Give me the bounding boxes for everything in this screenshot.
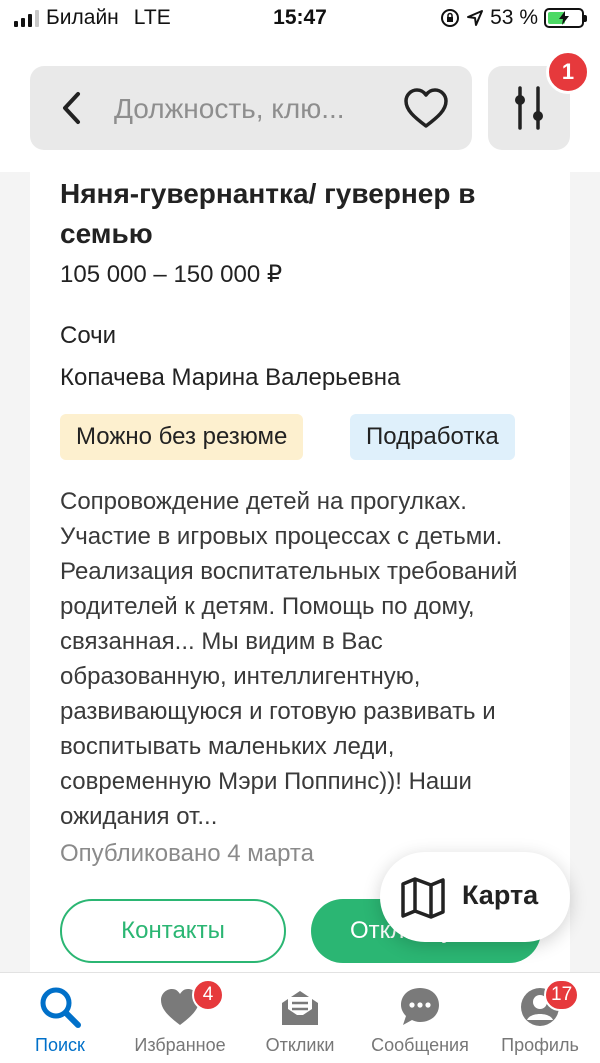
tab-label-profile: Профиль <box>501 1035 579 1055</box>
tag-part-time: Подработка <box>350 414 515 460</box>
battery-icon <box>544 8 587 28</box>
vacancy-salary: 105 000 – 150 000 ₽ <box>60 261 283 288</box>
favorites-badge: 4 <box>192 979 224 1011</box>
tab-search[interactable]: Поиск <box>0 973 120 1063</box>
back-arrow-icon[interactable] <box>48 84 96 132</box>
status-right: 53 % <box>440 6 587 30</box>
vacancy-title[interactable]: Няня-гувернантка/ гувернер в семью <box>60 174 480 254</box>
battery-percent: 53 % <box>490 6 538 29</box>
tab-favorites[interactable]: 4 Избранное <box>120 973 240 1063</box>
profile-badge: 17 <box>544 979 580 1011</box>
contacts-button[interactable]: Контакты <box>60 899 286 963</box>
search-icon <box>40 987 81 1028</box>
tab-label-search: Поиск <box>35 1035 85 1055</box>
vacancy-city: Сочи <box>60 322 117 349</box>
location-icon <box>467 10 484 26</box>
heart-outline-icon[interactable] <box>402 86 450 130</box>
map-button[interactable]: Карта <box>380 852 570 942</box>
status-bar: Билайн LTE 15:47 53 % <box>0 0 600 40</box>
map-label: Карта <box>462 880 539 910</box>
tab-label-favorites: Избранное <box>134 1035 226 1055</box>
filter-count-badge: 1 <box>546 50 590 94</box>
tab-profile[interactable]: 17 Профиль <box>480 973 600 1063</box>
search-header: 1 <box>0 40 600 172</box>
search-input[interactable] <box>112 86 406 132</box>
tab-messages[interactable]: Сообщения <box>360 973 480 1063</box>
employer-name: Копачева Марина Валерьевна <box>60 364 401 391</box>
tab-label-responses: Отклики <box>265 1035 335 1055</box>
published-date: Опубликовано 4 марта <box>60 840 314 867</box>
search-bar[interactable] <box>30 66 472 150</box>
chat-icon <box>401 988 439 1025</box>
tab-label-messages: Сообщения <box>371 1035 469 1055</box>
vacancy-description: Сопровождение детей на прогулках. Участи… <box>60 488 518 830</box>
bottom-tab-bar: Поиск 4 Избранное Отклики Сообщения 17 П… <box>0 972 600 1063</box>
envelope-icon <box>282 991 318 1025</box>
map-icon <box>401 877 445 919</box>
tab-responses[interactable]: Отклики <box>240 973 360 1063</box>
orientation-lock-icon <box>441 9 460 27</box>
filters-icon <box>515 86 543 130</box>
tag-no-resume: Можно без резюме <box>60 414 304 460</box>
